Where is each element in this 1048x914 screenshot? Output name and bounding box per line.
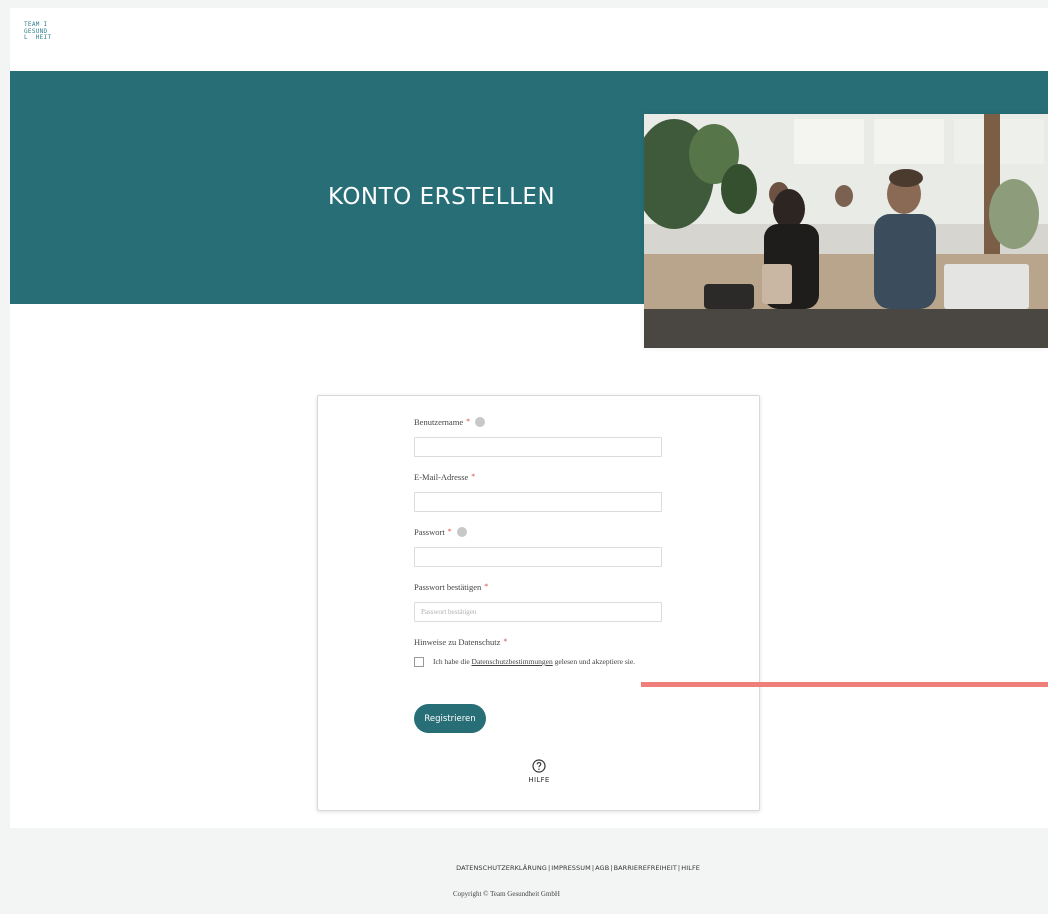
username-label: Benutzername * (414, 416, 662, 428)
required-marker: * (447, 527, 452, 536)
password-input[interactable] (414, 547, 662, 567)
register-button[interactable]: Registrieren (414, 704, 486, 733)
footer-link-barrierefreiheit[interactable]: BARRIEREFREIHEIT (614, 864, 677, 872)
footer: DATENSCHUTZERKLÄRUNG|IMPRESSUM|AGB|BARRI… (10, 828, 1048, 914)
team-gesundheit-logo[interactable]: TEAM I GESUND L HEIT (24, 21, 64, 42)
footer-link-impressum[interactable]: IMPRESSUM (551, 864, 591, 872)
page: TEAM I GESUND L HEIT KONTO ERSTELLEN Ben… (10, 8, 1048, 914)
privacy-policy-link[interactable]: Datenschutzbestimmungen (472, 657, 553, 666)
privacy-label: Hinweise zu Datenschutz * (414, 637, 508, 647)
office-team-photo (644, 114, 1048, 348)
help-tooltip-icon[interactable] (456, 527, 467, 537)
required-marker: * (471, 472, 476, 481)
copyright-text: Copyright © Team Gesundheit GmbH (453, 890, 560, 898)
help-tooltip-icon[interactable] (475, 417, 486, 427)
consent-text: Ich habe die Datenschutzbestimmungen gel… (433, 657, 636, 666)
footer-link-hilfe[interactable]: HILFE (681, 864, 700, 872)
top-bar: TEAM I GESUND L HEIT (10, 8, 1048, 71)
password-label: Passwort * (414, 526, 662, 538)
consent-row: Ich habe die Datenschutzbestimmungen gel… (414, 656, 662, 668)
registration-form: Benutzername * E-Mail-Adresse * Passwort… (414, 416, 662, 668)
username-input[interactable] (414, 437, 662, 457)
required-marker: * (503, 637, 508, 646)
help-label: HILFE (528, 776, 550, 784)
question-circle-icon (532, 759, 546, 773)
required-marker: * (484, 582, 489, 591)
email-label: E-Mail-Adresse * (414, 472, 476, 482)
footer-link-datenschutz[interactable]: DATENSCHUTZERKLÄRUNG (456, 864, 547, 872)
accent-line (641, 682, 1048, 687)
password-confirm-input[interactable] (414, 602, 662, 622)
help-link[interactable]: HILFE (518, 759, 560, 784)
registration-card: Benutzername * E-Mail-Adresse * Passwort… (317, 395, 760, 811)
required-marker: * (466, 417, 471, 426)
password-confirm-label: Passwort bestätigen * (414, 582, 489, 592)
footer-links: DATENSCHUTZERKLÄRUNG|IMPRESSUM|AGB|BARRI… (10, 864, 700, 872)
email-input[interactable] (414, 492, 662, 512)
consent-checkbox[interactable] (414, 657, 424, 667)
footer-link-agb[interactable]: AGB (595, 864, 609, 872)
page-title: KONTO ERSTELLEN (328, 184, 556, 210)
